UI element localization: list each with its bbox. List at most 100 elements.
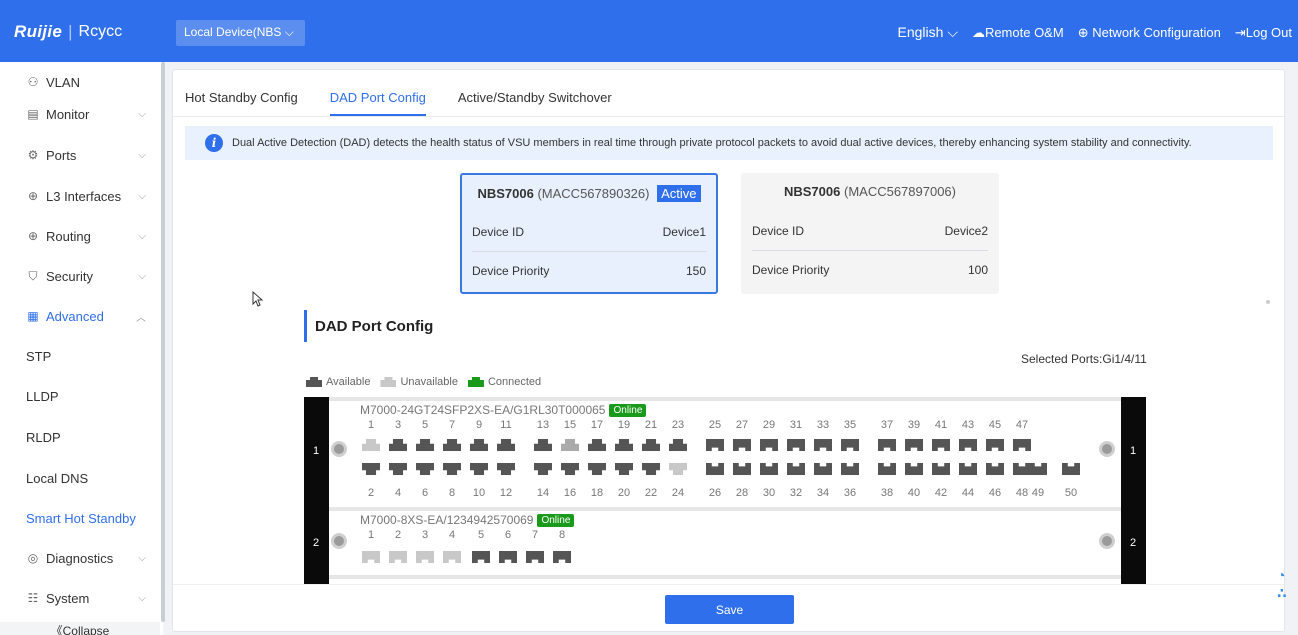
port-33[interactable] <box>814 439 832 451</box>
tab-active-standby-switchover[interactable]: Active/Standby Switchover <box>458 90 612 116</box>
port-5[interactable] <box>416 439 434 451</box>
port-45[interactable] <box>986 439 1004 451</box>
port-40[interactable] <box>905 463 923 475</box>
port-1 <box>362 551 380 563</box>
port-17[interactable] <box>588 439 606 451</box>
port-number-label: 33 <box>816 419 830 431</box>
collapse-button[interactable]: 《Collapse <box>0 622 160 635</box>
port-23[interactable] <box>669 439 687 451</box>
device-priority-row: Device Priority 150 <box>472 251 706 289</box>
cloud-icon: ☁ <box>971 24 985 40</box>
sidebar-item-advanced[interactable]: ▦ Advanced ︿ <box>0 296 160 336</box>
logout-link[interactable]: ⇥Log Out <box>1235 25 1292 41</box>
port-26[interactable] <box>706 463 724 475</box>
port-6[interactable] <box>416 463 434 475</box>
port-47[interactable] <box>1013 439 1031 451</box>
port-49[interactable] <box>1029 463 1047 475</box>
port-25[interactable] <box>706 439 724 451</box>
network-config-link[interactable]: ⊕ Network Configuration <box>1078 25 1221 41</box>
port-number-label: 44 <box>961 487 975 499</box>
port-48[interactable] <box>1013 463 1031 475</box>
port-icon <box>380 377 397 387</box>
language-selector[interactable]: English ⌵ <box>898 24 958 41</box>
sidebar-item-stp[interactable]: STP <box>0 336 160 376</box>
port-28[interactable] <box>733 463 751 475</box>
diagnostics-icon: ◎ <box>27 551 39 565</box>
port-38[interactable] <box>878 463 896 475</box>
port-46[interactable] <box>986 463 1004 475</box>
port-number-label: 5 <box>477 529 485 541</box>
device-card-1[interactable]: NBS7006 (MACC567890326) Active Device ID… <box>460 173 718 294</box>
port-42[interactable] <box>932 463 950 475</box>
port-9[interactable] <box>470 439 488 451</box>
sidebar-item-label: VLAN <box>46 74 80 90</box>
port-30[interactable] <box>760 463 778 475</box>
remote-om-link[interactable]: ☁Remote O&M <box>972 25 1064 41</box>
port-6[interactable] <box>499 551 517 563</box>
sidebar-item-system[interactable]: ☷ System ⌵ <box>0 578 160 618</box>
ruijie-logo[interactable]: Ruijie | Rcycc <box>14 22 122 42</box>
help-assistant-icon[interactable]: ◔ ∴ <box>1277 566 1298 606</box>
port-3[interactable] <box>389 439 407 451</box>
port-7[interactable] <box>526 551 544 563</box>
port-41[interactable] <box>932 439 950 451</box>
save-button[interactable]: Save <box>665 595 794 624</box>
tab-dad-port-config[interactable]: DAD Port Config <box>329 90 426 116</box>
port-10[interactable] <box>470 463 488 475</box>
port-number-label: 24 <box>671 487 685 499</box>
sidebar-item-ports[interactable]: ⚙ Ports ⌵ <box>0 135 160 175</box>
port-11[interactable] <box>497 439 515 451</box>
device-id-value: Device2 <box>944 224 988 238</box>
port-44[interactable] <box>959 463 977 475</box>
sidebar-item-routing[interactable]: ⊕ Routing ⌵ <box>0 216 160 256</box>
port-21[interactable] <box>642 439 660 451</box>
port-8[interactable] <box>553 551 571 563</box>
port-14[interactable] <box>534 463 552 475</box>
port-12[interactable] <box>497 463 515 475</box>
port-19[interactable] <box>615 439 633 451</box>
port-31[interactable] <box>787 439 805 451</box>
port-18[interactable] <box>588 463 606 475</box>
port-29[interactable] <box>760 439 778 451</box>
port-20[interactable] <box>615 463 633 475</box>
sidebar-item-monitor[interactable]: ▤ Monitor ⌵ <box>0 94 160 134</box>
port-2[interactable] <box>362 463 380 475</box>
device-card-2[interactable]: NBS7006 (MACC567897006) Device ID Device… <box>741 173 999 294</box>
port-32[interactable] <box>787 463 805 475</box>
port-39[interactable] <box>905 439 923 451</box>
port-8[interactable] <box>443 463 461 475</box>
sidebar-item-l3-interfaces[interactable]: ⊕ L3 Interfaces ⌵ <box>0 176 160 216</box>
port-50[interactable] <box>1062 463 1080 475</box>
port-35[interactable] <box>841 439 859 451</box>
sidebar-scrollbar[interactable] <box>161 62 165 622</box>
port-5[interactable] <box>472 551 490 563</box>
port-legend: Available Unavailable Connected <box>306 376 545 388</box>
port-number-label: 5 <box>421 419 429 431</box>
port-36[interactable] <box>841 463 859 475</box>
port-number-label: 39 <box>907 419 921 431</box>
port-37[interactable] <box>878 439 896 451</box>
sidebar-item-diagnostics[interactable]: ◎ Diagnostics ⌵ <box>0 538 160 578</box>
port-7[interactable] <box>443 439 461 451</box>
sidebar-item-local-dns[interactable]: Local DNS <box>0 458 160 498</box>
sidebar-item-smart-hot-standby[interactable]: Smart Hot Standby <box>0 498 160 538</box>
sidebar-item-rldp[interactable]: RLDP <box>0 417 160 457</box>
port-34[interactable] <box>814 463 832 475</box>
port-16[interactable] <box>561 463 579 475</box>
port-22[interactable] <box>642 463 660 475</box>
legend-label: Available <box>326 376 371 388</box>
sidebar-item-lldp[interactable]: LLDP <box>0 376 160 416</box>
tab-hot-standby-config[interactable]: Hot Standby Config <box>185 90 298 116</box>
info-text: Dual Active Detection (DAD) detects the … <box>232 137 1192 149</box>
device-selector[interactable]: Local Device(NBS ⌵ <box>176 20 305 46</box>
port-4[interactable] <box>389 463 407 475</box>
mouse-cursor-icon <box>252 291 264 307</box>
port-43[interactable] <box>959 439 977 451</box>
port-27[interactable] <box>733 439 751 451</box>
shield-icon: ⛉ <box>28 268 38 283</box>
device-priority-value: 100 <box>967 262 988 277</box>
sidebar-item-label: Smart Hot Standby <box>26 510 136 526</box>
port-15[interactable] <box>561 439 579 451</box>
sidebar-item-security[interactable]: ⛉ Security ⌵ <box>0 256 160 296</box>
port-13[interactable] <box>534 439 552 451</box>
